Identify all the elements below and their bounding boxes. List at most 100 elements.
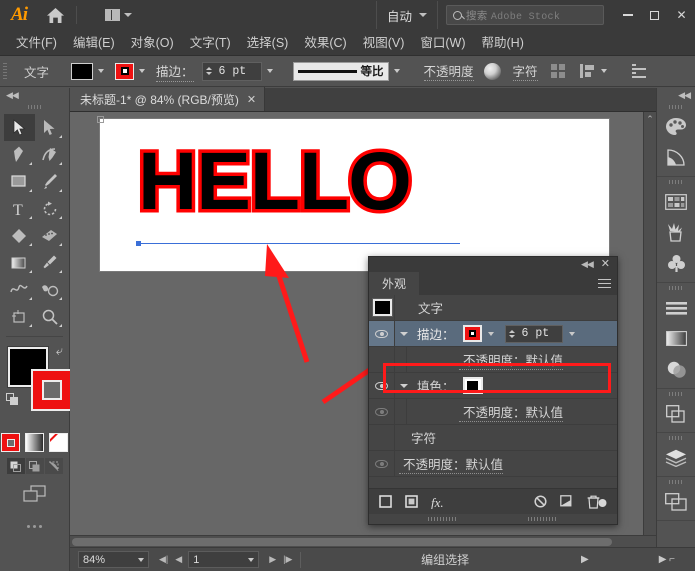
close-button[interactable]: ✕: [668, 0, 695, 30]
appearance-row-fill[interactable]: 填色：: [369, 373, 617, 399]
type-tool[interactable]: T: [4, 195, 35, 222]
appearance-row-stroke[interactable]: 描边： 6 pt: [369, 321, 617, 347]
dock-group-grip[interactable]: [657, 477, 695, 486]
align-icon[interactable]: [550, 63, 567, 79]
add-new-stroke-icon[interactable]: [379, 495, 392, 508]
selection-tool[interactable]: [4, 114, 35, 141]
stroke-weight-value[interactable]: 6 pt: [215, 65, 261, 78]
tab-appearance[interactable]: 外观: [369, 272, 420, 295]
stroke-weight-stepper[interactable]: [506, 329, 518, 338]
options-list-icon[interactable]: [631, 63, 648, 79]
type-target-swatch[interactable]: [372, 298, 393, 317]
stroke-swatch-dropdown-icon[interactable]: [484, 332, 499, 336]
horizontal-scroll-thumb[interactable]: [72, 538, 612, 546]
zoom-tool[interactable]: [35, 303, 66, 330]
brushes-icon[interactable]: [657, 217, 695, 248]
menu-help[interactable]: 帮助(H): [474, 30, 532, 56]
pen-tool[interactable]: [4, 141, 35, 168]
minimize-button[interactable]: [614, 0, 641, 30]
zoom-level-value[interactable]: 84%: [79, 554, 131, 566]
appearance-row-object-opacity[interactable]: 不透明度：默认值: [369, 451, 617, 477]
fill-visibility-toggle[interactable]: [369, 373, 395, 398]
first-page-icon[interactable]: ◀|: [159, 554, 168, 565]
variable-width-profile[interactable]: 等比: [292, 61, 389, 81]
stroke-weight-value[interactable]: 6 pt: [518, 327, 562, 340]
collapse-panel-icon[interactable]: ◀◀: [581, 259, 594, 270]
stroke-color-box[interactable]: [31, 369, 73, 411]
color-palette-icon[interactable]: [657, 111, 695, 142]
transparency-panel-icon[interactable]: [657, 354, 695, 385]
curvature-tool[interactable]: [35, 141, 66, 168]
rectangle-tool[interactable]: [4, 168, 35, 195]
default-fill-stroke-icon[interactable]: [6, 393, 19, 406]
symbol-sprayer-tool[interactable]: [35, 276, 66, 303]
recolor-artwork-icon[interactable]: [483, 62, 501, 80]
stroke-dropdown-icon[interactable]: [135, 63, 148, 80]
arrange-documents-button[interactable]: [99, 4, 138, 26]
dock-group-grip[interactable]: [657, 102, 695, 111]
chevron-down-icon[interactable]: [395, 332, 413, 336]
draw-inside-icon[interactable]: [44, 458, 63, 474]
vertical-scrollbar[interactable]: ⌃: [643, 112, 656, 535]
draw-normal-icon[interactable]: [6, 458, 25, 474]
eyedropper-tool[interactable]: [35, 249, 66, 276]
last-page-icon[interactable]: |▶: [283, 554, 292, 565]
stroke-weight-input[interactable]: 6 pt: [504, 324, 563, 343]
swatches-icon[interactable]: [657, 186, 695, 217]
next-page-icon[interactable]: ▶: [269, 554, 276, 565]
page-dropdown-icon[interactable]: [243, 558, 258, 562]
artboard-tool[interactable]: [4, 303, 35, 330]
character-label[interactable]: 字符: [512, 61, 538, 81]
gradient-panel-icon[interactable]: [657, 323, 695, 354]
distribute-dropdown-icon[interactable]: [598, 63, 611, 80]
chevron-down-icon[interactable]: [395, 384, 413, 388]
zoom-dropdown-icon[interactable]: [133, 558, 148, 562]
layers-panel-icon[interactable]: [657, 442, 695, 473]
object-opacity-visibility-toggle[interactable]: [369, 451, 395, 476]
document-tab[interactable]: 未标题-1* @ 84% (RGB/预览) ✕: [70, 87, 266, 111]
workspace-switcher[interactable]: 自动: [375, 1, 438, 29]
maximize-button[interactable]: [641, 0, 668, 30]
artboards-panel-icon[interactable]: [657, 486, 695, 517]
draw-behind-icon[interactable]: [25, 458, 44, 474]
status-expand-icon[interactable]: ▶ ⌐: [659, 554, 675, 565]
menu-effect[interactable]: 效果(C): [296, 30, 354, 56]
rotate-tool[interactable]: [35, 195, 66, 222]
appearance-row-character[interactable]: 字符: [369, 425, 617, 451]
object-opacity-label[interactable]: 不透明度：默认值: [399, 454, 504, 474]
fill-dropdown-icon[interactable]: [94, 63, 107, 80]
stroke-weight-input[interactable]: 6 pt: [201, 61, 262, 81]
clear-appearance-icon[interactable]: [534, 495, 547, 508]
profile-dropdown-icon[interactable]: [391, 63, 404, 80]
appearance-row-type[interactable]: 文字: [369, 295, 617, 321]
artboard-navigation-control[interactable]: 1: [188, 551, 260, 568]
panel-menu-icon[interactable]: [591, 272, 617, 295]
color-guide-icon[interactable]: [657, 142, 695, 173]
add-fx-icon[interactable]: fx.: [431, 495, 451, 509]
tools-collapse-button[interactable]: ◀◀: [0, 88, 69, 102]
horizontal-scrollbar[interactable]: [70, 535, 656, 547]
shape-builder-tool[interactable]: [4, 222, 35, 249]
fill-opacity-visibility-toggle[interactable]: [369, 399, 395, 424]
control-bar-grip[interactable]: [3, 62, 7, 80]
dock-expand-button[interactable]: ◀◀: [657, 88, 695, 102]
play-icon[interactable]: ▶: [581, 554, 589, 565]
menu-type[interactable]: 文字(T): [182, 30, 239, 56]
search-input[interactable]: 搜索 Adobe Stock: [446, 5, 604, 25]
direct-selection-tool[interactable]: [35, 114, 66, 141]
panel-resize-grip[interactable]: [369, 514, 617, 524]
home-icon[interactable]: [38, 0, 72, 30]
menu-select[interactable]: 选择(S): [239, 30, 297, 56]
stroke-color-swatch[interactable]: [462, 325, 482, 342]
status-text[interactable]: 编组选择: [421, 551, 469, 568]
align-panel-icon[interactable]: [657, 292, 695, 323]
add-new-fill-icon[interactable]: [405, 495, 418, 508]
menu-view[interactable]: 视图(V): [355, 30, 413, 56]
paintbrush-tool[interactable]: [35, 168, 66, 195]
appearance-row-stroke-opacity[interactable]: 不透明度：默认值: [369, 347, 617, 373]
close-icon[interactable]: ✕: [247, 93, 256, 106]
pathfinder-panel-icon[interactable]: [657, 398, 695, 429]
stroke-visibility-toggle[interactable]: [369, 321, 395, 346]
stroke-weight-label[interactable]: 描边：: [156, 61, 194, 82]
dock-group-grip[interactable]: [657, 177, 695, 186]
